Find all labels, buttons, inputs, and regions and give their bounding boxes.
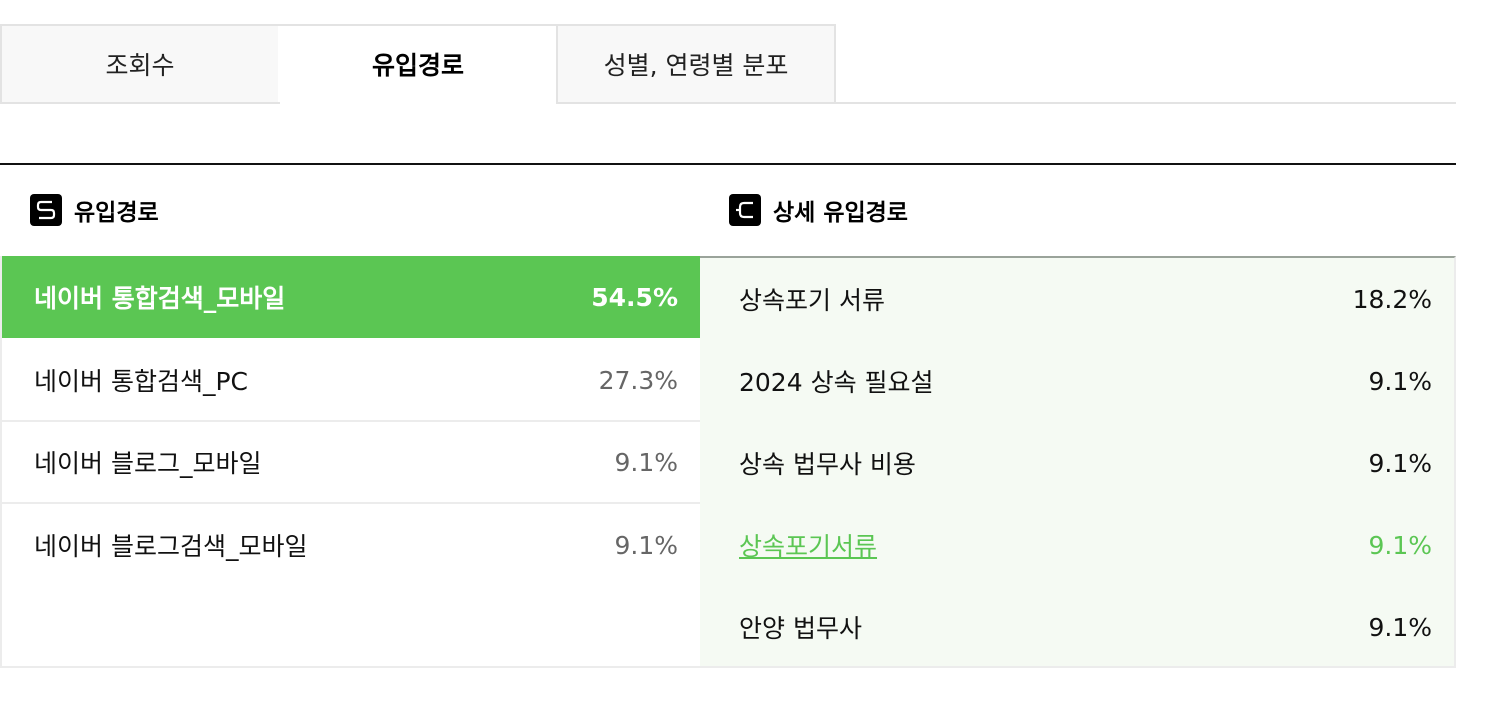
detail-row: 안양 법무사 9.1% bbox=[700, 586, 1454, 668]
detail-percent: 18.2% bbox=[1352, 284, 1432, 314]
detail-section-title: 상세 유입경로 bbox=[729, 194, 908, 226]
s-icon bbox=[30, 194, 62, 226]
detail-keyword: 2024 상속 필요설 bbox=[739, 368, 934, 397]
tab-bar-baseline bbox=[836, 102, 1456, 104]
tab-inflow[interactable]: 유입경로 bbox=[278, 24, 558, 102]
inflow-section-title: 유입경로 bbox=[30, 194, 159, 226]
tab-demographics[interactable]: 성별, 연령별 분포 bbox=[556, 24, 836, 104]
detail-section-label: 상세 유입경로 bbox=[773, 200, 908, 226]
inflow-row-label: 네이버 통합검색_PC bbox=[34, 367, 248, 396]
tab-demographics-label: 성별, 연령별 분포 bbox=[603, 51, 789, 80]
tab-views[interactable]: 조회수 bbox=[0, 24, 280, 104]
inflow-row-percent: 9.1% bbox=[614, 530, 678, 560]
detail-percent: 9.1% bbox=[1368, 530, 1432, 560]
inflow-row-percent: 54.5% bbox=[591, 282, 678, 312]
inflow-row-percent: 27.3% bbox=[598, 365, 678, 395]
detail-row: 상속 법무사 비용 9.1% bbox=[700, 422, 1454, 504]
section-divider bbox=[0, 163, 1456, 165]
detail-percent: 9.1% bbox=[1368, 366, 1432, 396]
inflow-row[interactable]: 네이버 블로그_모바일 9.1% bbox=[2, 422, 700, 504]
detail-row-link: 상속포기서류 9.1% bbox=[700, 504, 1454, 586]
inflow-row-selected[interactable]: 네이버 통합검색_모바일 54.5% bbox=[2, 256, 728, 340]
detail-row: 상속포기 서류 18.2% bbox=[700, 258, 1454, 340]
inflow-list: 네이버 통합검색_모바일 54.5% 네이버 통합검색_PC 27.3% 네이버… bbox=[0, 256, 728, 668]
inflow-section-label: 유입경로 bbox=[74, 200, 159, 226]
tab-inflow-label: 유입경로 bbox=[371, 51, 464, 80]
inflow-row-label: 네이버 블로그_모바일 bbox=[34, 449, 262, 478]
inflow-row[interactable]: 네이버 블로그검색_모바일 9.1% bbox=[2, 504, 700, 586]
detail-percent: 9.1% bbox=[1368, 448, 1432, 478]
tab-views-label: 조회수 bbox=[105, 51, 175, 80]
detail-row: 2024 상속 필요설 9.1% bbox=[700, 340, 1454, 422]
inflow-row-percent: 9.1% bbox=[614, 447, 678, 477]
c-icon bbox=[729, 194, 761, 226]
inflow-row-label: 네이버 블로그검색_모바일 bbox=[34, 532, 308, 561]
detail-keyword-link[interactable]: 상속포기서류 bbox=[739, 527, 877, 563]
detail-keyword: 안양 법무사 bbox=[739, 614, 862, 643]
detail-keyword: 상속포기 서류 bbox=[739, 286, 885, 315]
tab-bar: 조회수 유입경로 성별, 연령별 분포 bbox=[0, 24, 1456, 104]
detail-keyword: 상속 법무사 비용 bbox=[739, 450, 916, 479]
detail-inflow-list: 상속포기 서류 18.2% 2024 상속 필요설 9.1% 상속 법무사 비용… bbox=[700, 256, 1456, 668]
detail-percent: 9.1% bbox=[1368, 612, 1432, 642]
inflow-row[interactable]: 네이버 통합검색_PC 27.3% bbox=[2, 340, 700, 422]
inflow-row-label: 네이버 통합검색_모바일 bbox=[34, 284, 286, 313]
